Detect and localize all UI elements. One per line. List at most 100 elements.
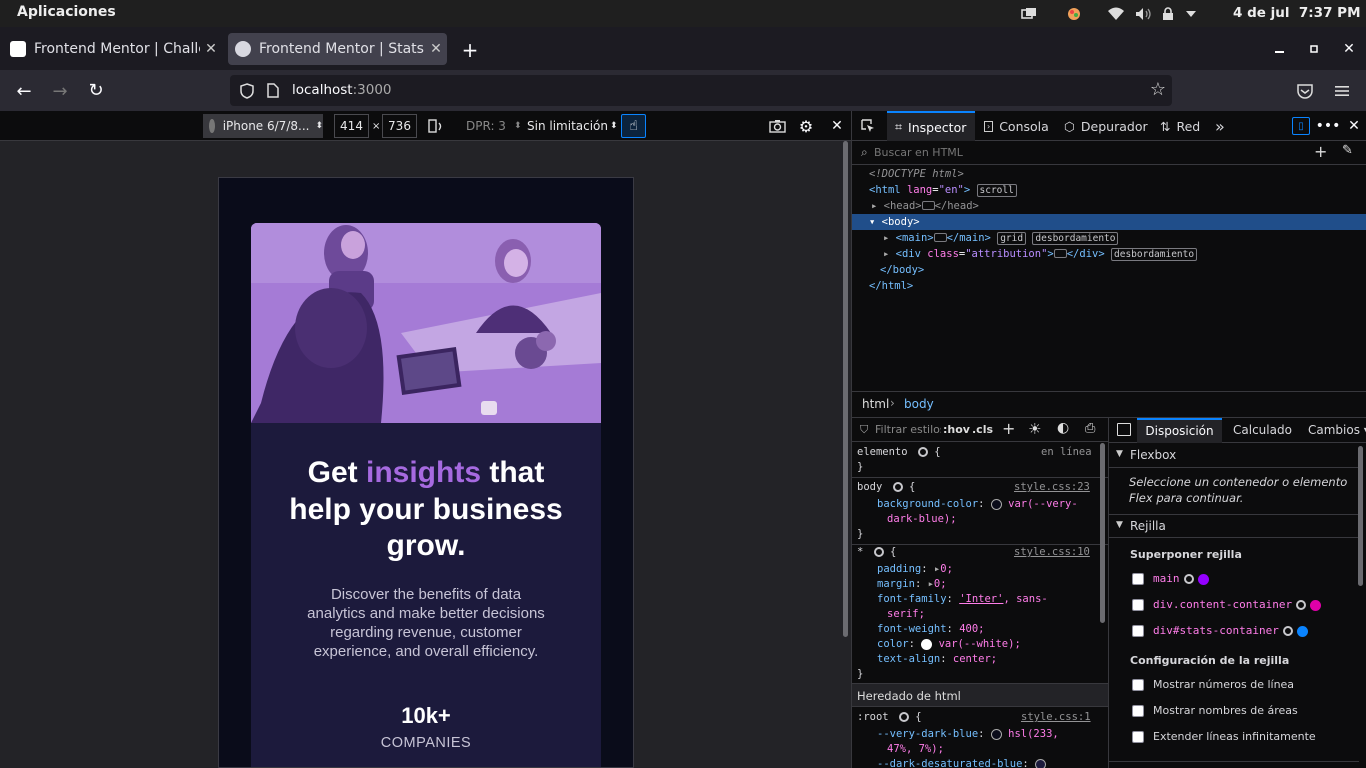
grid-color-swatch-icon[interactable]	[1296, 625, 1308, 637]
selector-highlight-icon[interactable]	[917, 447, 928, 457]
color-swatch-icon[interactable]	[990, 498, 1002, 510]
new-tab-button[interactable]: +	[459, 38, 481, 62]
color-swatch-icon[interactable]	[921, 638, 933, 650]
window-switcher-icon[interactable]	[1021, 7, 1037, 21]
show-area-names-label[interactable]: Mostrar nombres de áreas	[1153, 704, 1298, 717]
tab-layout[interactable]: Disposición	[1137, 418, 1222, 443]
url-bar[interactable]: localhost:3000 ☆	[230, 75, 1172, 106]
more-tools-icon[interactable]: »	[1215, 111, 1225, 141]
grid-section-header[interactable]: ▼ Rejilla	[1109, 514, 1359, 538]
eyedropper-icon[interactable]: ✎	[1342, 143, 1353, 158]
maximize-button[interactable]	[1306, 41, 1322, 57]
tab-console[interactable]: › Consola	[984, 111, 1049, 141]
touch-simulation-button[interactable]: ☝	[621, 114, 646, 138]
highlight-gear-icon[interactable]	[1296, 600, 1307, 610]
bookmark-star-icon[interactable]: ☆	[1150, 79, 1166, 100]
tab-network[interactable]: ⇅ Red	[1160, 111, 1200, 141]
html-search-input[interactable]	[874, 143, 1294, 162]
devtools-menu-icon[interactable]: •••	[1316, 117, 1341, 135]
grid-badge[interactable]: grid	[997, 231, 1027, 245]
grid-color-swatch-icon[interactable]	[1310, 599, 1322, 611]
grid-overlay-checkbox-content[interactable]	[1132, 599, 1144, 611]
tree-row-body[interactable]: ▾ <body>	[852, 214, 1366, 230]
cls-toggle[interactable]: .cls	[972, 423, 993, 436]
expand-arrow-icon[interactable]: ▸	[883, 232, 889, 244]
rule-element[interactable]: elemento {	[857, 445, 941, 460]
tree-row-doctype[interactable]: <!DOCTYPE html>	[852, 166, 1366, 182]
tab-inspector[interactable]: ⌗ Inspector	[887, 111, 975, 141]
source-link[interactable]: style.css:10	[1014, 545, 1090, 560]
device-selector[interactable]: iPhone 6/7/8... ⬍	[203, 114, 323, 138]
tree-row-attribution-div[interactable]: ▸ <div class="attribution"> </div> desbor…	[852, 246, 1366, 262]
add-rule-icon[interactable]: +	[1002, 419, 1015, 438]
light-scheme-icon[interactable]: ☀	[1028, 420, 1041, 438]
layout-scrollbar[interactable]	[1358, 446, 1363, 586]
grid-item-main[interactable]: main	[1153, 572, 1209, 585]
decl-padding[interactable]: padding: ▸0;	[877, 562, 953, 577]
rule-universal[interactable]: * {	[857, 545, 896, 560]
grid-color-swatch-icon[interactable]	[1197, 573, 1209, 585]
overflow-badge[interactable]: desbordamiento	[1111, 247, 1198, 261]
color-swatch-icon[interactable]	[990, 728, 1002, 740]
breadcrumb-body[interactable]: body	[904, 397, 934, 411]
viewport-width-input[interactable]: 414	[334, 114, 369, 138]
source-link[interactable]: style.css:1	[1021, 710, 1091, 725]
clock[interactable]: 4 de jul 7:37 PM	[1233, 5, 1361, 21]
decl-color[interactable]: color: var(--white);	[877, 637, 1021, 652]
close-window-button[interactable]: ✕	[1339, 39, 1359, 59]
tab-challenges[interactable]: Frontend Mentor | Challenges ✕	[0, 33, 225, 65]
grid-item-stats-container[interactable]: div#stats-container	[1153, 624, 1308, 637]
settings-gear-icon[interactable]: ⚙	[797, 117, 815, 136]
reload-button[interactable]: ↻	[86, 80, 106, 101]
color-swatch-icon[interactable]	[1035, 758, 1047, 768]
tab-debugger[interactable]: ⬡ Depurador	[1064, 111, 1148, 141]
screenshot-icon[interactable]	[769, 119, 786, 133]
decl-font-family[interactable]: font-family: 'Inter', sans-	[877, 592, 1048, 607]
print-media-icon[interactable]: ⎙	[1085, 421, 1095, 436]
expand-arrow-icon[interactable]: ▸	[883, 248, 889, 260]
collapsed-ellipsis-icon[interactable]	[921, 200, 935, 210]
toggle-sidebar-icon[interactable]	[1117, 423, 1131, 436]
decl-margin[interactable]: margin: ▸0;	[877, 577, 947, 592]
hov-toggle[interactable]: :hov	[941, 423, 970, 436]
applications-menu[interactable]: Aplicaciones	[17, 4, 116, 20]
highlight-gear-icon[interactable]	[1282, 626, 1293, 636]
status-icons[interactable]	[1107, 6, 1197, 22]
tab-changes[interactable]: Cambios ▾	[1308, 423, 1366, 437]
decl-very-dark-blue[interactable]: --very-dark-blue: hsl(233,	[877, 727, 1059, 742]
show-area-names-checkbox[interactable]	[1132, 705, 1144, 717]
close-tab-icon[interactable]: ✕	[204, 41, 218, 57]
scroll-badge[interactable]: scroll	[976, 183, 1017, 197]
decl-dark-desaturated-blue[interactable]: --dark-desaturated-blue:	[877, 757, 1047, 768]
network-throttling-selector[interactable]: Sin limitación ⬍	[527, 114, 618, 138]
grid-item-content-container[interactable]: div.content-container	[1153, 598, 1322, 611]
decl-background-color[interactable]: background-color: var(--very-	[877, 497, 1078, 512]
tree-row-head[interactable]: ▸ <head> </head>	[852, 198, 1366, 214]
breadcrumb-html[interactable]: html	[862, 397, 889, 411]
source-link[interactable]: style.css:23	[1014, 480, 1090, 495]
tree-row-main[interactable]: ▸ <main> </main> grid desbordamiento	[852, 230, 1366, 246]
grid-overlay-checkbox-stats[interactable]	[1132, 625, 1144, 637]
color-picker-icon[interactable]	[1067, 7, 1083, 21]
expand-arrow-icon[interactable]: ▸	[871, 200, 877, 212]
flexbox-section-header[interactable]: ▼ Flexbox	[1109, 444, 1359, 468]
close-tab-icon[interactable]: ✕	[429, 41, 443, 57]
tab-stats-preview[interactable]: Frontend Mentor | Stats preview card com…	[228, 33, 447, 65]
rules-scrollbar[interactable]	[1100, 443, 1105, 623]
shield-icon[interactable]	[240, 83, 254, 99]
selector-highlight-icon[interactable]	[892, 482, 903, 492]
dpr-selector[interactable]: DPR: 3 ⬍	[466, 114, 521, 138]
extend-lines-checkbox[interactable]	[1132, 731, 1144, 743]
collapsed-ellipsis-icon[interactable]	[1053, 248, 1067, 258]
close-devtools-button[interactable]: ✕	[1346, 117, 1362, 135]
back-button[interactable]: ←	[14, 81, 34, 102]
rule-body[interactable]: body {	[857, 480, 915, 495]
responsive-mode-toggle-icon[interactable]: ▯	[1292, 117, 1310, 135]
forward-button[interactable]: →	[50, 81, 70, 102]
tab-computed[interactable]: Calculado	[1233, 423, 1292, 437]
extend-lines-label[interactable]: Extender líneas infinitamente	[1153, 730, 1316, 743]
tree-row-body-close[interactable]: </body>	[852, 262, 1366, 278]
minimize-button[interactable]	[1272, 41, 1288, 57]
rule-root[interactable]: :root {	[857, 710, 922, 725]
collapsed-ellipsis-icon[interactable]	[933, 232, 947, 242]
